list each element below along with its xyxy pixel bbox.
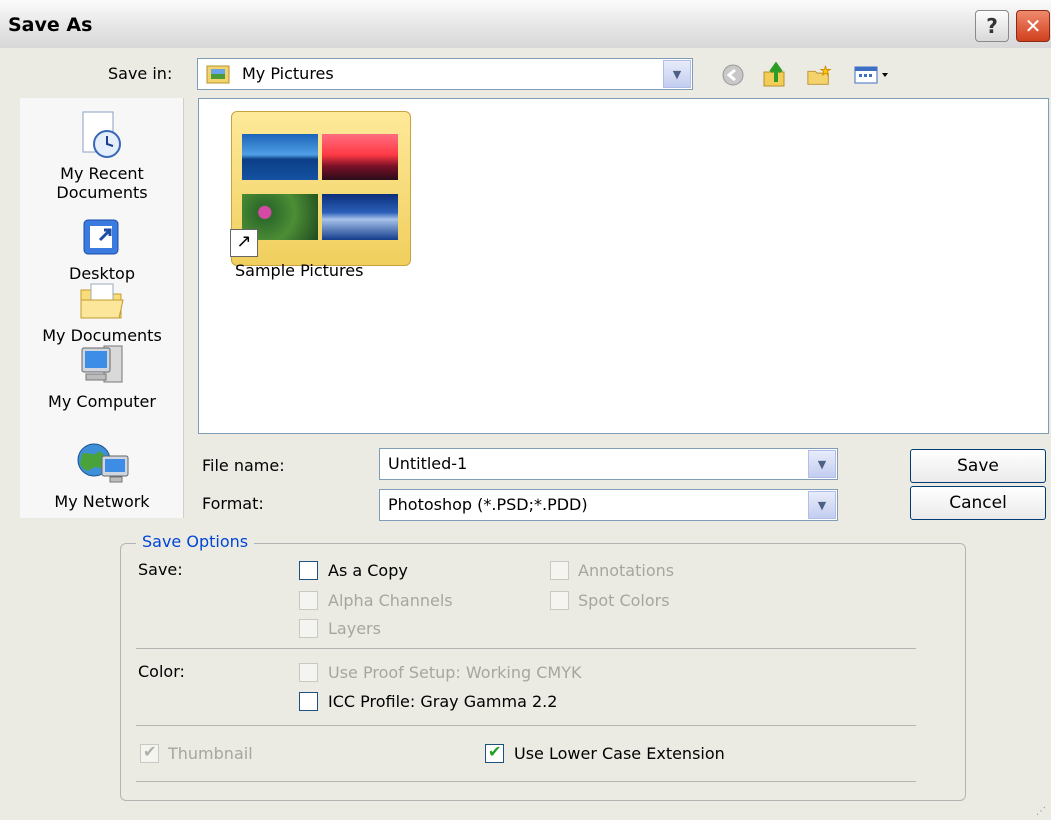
file-name-value: Untitled-1 [388,454,468,473]
close-icon: ✕ [1024,14,1042,38]
use-proof-setup-checkbox[interactable] [299,663,318,682]
title-bar[interactable]: Save As ? ✕ [0,0,1051,48]
help-icon: ? [986,14,998,38]
place-my-recent-documents[interactable]: My Recent Documents [20,110,184,202]
help-button[interactable]: ? [975,10,1009,42]
new-folder-icon[interactable] [806,62,832,88]
file-name-label: File name: [202,456,285,475]
color-section-label: Color: [138,662,185,681]
divider [136,725,916,726]
save-as-dialog: Save As ? ✕ Save in: My Pictures ▼ My Re… [0,0,1051,820]
place-desktop[interactable]: Desktop [20,216,184,283]
resize-grip-icon[interactable]: ⋰ [1036,806,1046,817]
divider [136,648,916,649]
use-lower-case-extension-label: Use Lower Case Extension [514,744,725,763]
place-my-documents[interactable]: My Documents [20,280,184,345]
my-pictures-icon [206,63,232,85]
save-section-label: Save: [138,560,183,579]
use-lower-case-extension-checkbox[interactable]: ✔ [485,742,504,763]
place-label: My Network [54,492,150,511]
dropdown-arrow-icon[interactable]: ▼ [808,450,836,478]
spot-colors-checkbox[interactable] [550,591,569,610]
folder-icon: ↗ [230,111,411,266]
dropdown-arrow-icon[interactable]: ▼ [663,60,691,88]
thumbnail-label: Thumbnail [168,744,253,763]
my-network-icon [20,440,184,492]
places-bar: My Recent Documents Desktop My Documents… [20,98,184,518]
annotations-checkbox[interactable] [550,561,569,580]
file-item[interactable]: ↗ Sample Pictures [199,99,449,289]
save-button[interactable]: Save [910,449,1046,483]
up-folder-icon[interactable] [762,62,788,88]
window-title: Save As [8,14,93,36]
format-select[interactable]: Photoshop (*.PSD;*.PDD) ▼ [379,489,838,521]
check-icon: ✔ [488,742,502,761]
close-button[interactable]: ✕ [1016,10,1050,42]
file-item-label: Sample Pictures [235,261,364,280]
recent-documents-icon [20,110,184,164]
dropdown-arrow-icon[interactable]: ▼ [808,491,836,519]
icc-profile-label: ICC Profile: Gray Gamma 2.2 [328,692,558,711]
file-list[interactable]: ↗ Sample Pictures [198,98,1049,434]
layers-label: Layers [328,619,381,638]
format-label: Format: [202,494,264,513]
place-label: Documents [56,183,148,202]
cancel-button[interactable]: Cancel [910,486,1046,520]
as-a-copy-label: As a Copy [328,561,408,580]
save-in-label: Save in: [108,64,173,83]
back-icon[interactable] [720,62,746,88]
alpha-channels-checkbox[interactable] [299,591,318,610]
my-computer-icon [20,342,184,392]
icc-profile-checkbox[interactable] [299,692,318,711]
shortcut-arrow-icon: ↗ [230,229,258,257]
alpha-channels-label: Alpha Channels [328,591,453,610]
cancel-button-label: Cancel [949,493,1007,513]
save-options-legend: Save Options [136,532,255,551]
file-name-input[interactable]: Untitled-1 ▼ [379,448,838,480]
layers-checkbox[interactable] [299,619,318,638]
place-label: My Recent [60,164,144,183]
place-my-network[interactable]: My Network [20,440,184,511]
save-in-combo[interactable]: My Pictures ▼ [197,58,693,90]
desktop-icon [20,216,184,264]
save-button-label: Save [957,456,999,476]
format-value: Photoshop (*.PSD;*.PDD) [388,495,588,514]
spot-colors-label: Spot Colors [578,591,670,610]
as-a-copy-checkbox[interactable] [299,561,318,580]
my-documents-icon [20,280,184,326]
use-proof-setup-label: Use Proof Setup: Working CMYK [328,663,582,682]
annotations-label: Annotations [578,561,675,580]
save-in-value: My Pictures [242,64,334,83]
divider [136,781,916,782]
place-label: My Computer [48,392,156,411]
check-icon: ✔ [143,742,157,761]
place-my-computer[interactable]: My Computer [20,342,184,411]
views-menu-icon[interactable] [852,62,896,88]
thumbnail-checkbox[interactable]: ✔ [140,742,159,763]
